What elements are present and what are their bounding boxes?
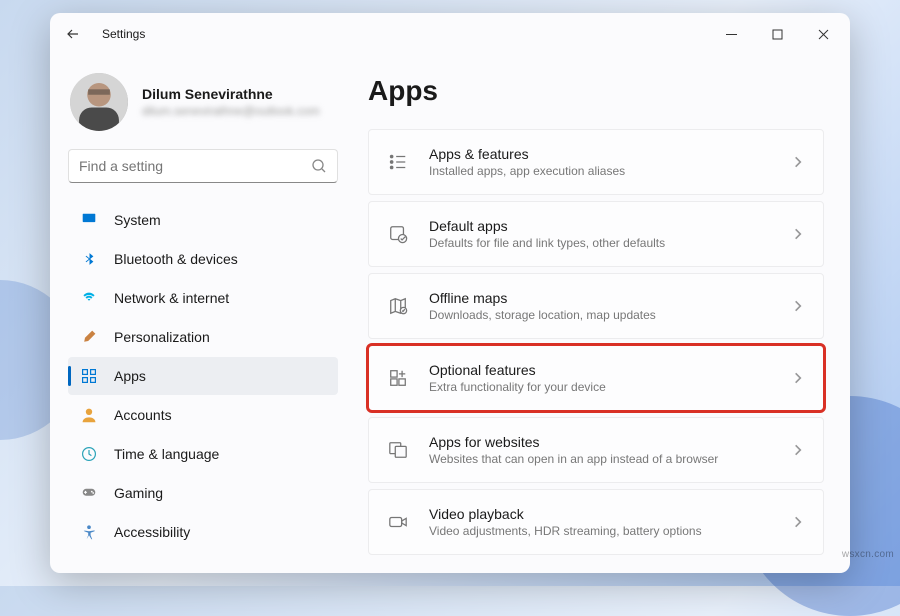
chevron-right-icon bbox=[791, 155, 805, 169]
card-title: Default apps bbox=[429, 218, 771, 234]
chevron-right-icon bbox=[791, 299, 805, 313]
card-description: Extra functionality for your device bbox=[429, 380, 771, 394]
sidebar-item-gaming[interactable]: Gaming bbox=[68, 474, 338, 512]
sidebar-item-label: Bluetooth & devices bbox=[114, 251, 238, 267]
profile-email: dilum.senevirathne@outlook.com bbox=[142, 104, 320, 118]
minimize-icon bbox=[726, 29, 737, 40]
card-description: Downloads, storage location, map updates bbox=[429, 308, 771, 322]
list-icon bbox=[387, 151, 409, 173]
sidebar-item-label: Accounts bbox=[114, 407, 172, 423]
video-icon bbox=[387, 511, 409, 533]
card-title: Apps for websites bbox=[429, 434, 771, 450]
back-button[interactable] bbox=[64, 25, 82, 43]
sidebar-item-label: System bbox=[114, 212, 161, 228]
card-title: Video playback bbox=[429, 506, 771, 522]
card-optional-features[interactable]: Optional features Extra functionality for… bbox=[368, 345, 824, 411]
optional-features-icon bbox=[387, 367, 409, 389]
sidebar-nav: System Bluetooth & devices Network & inter… bbox=[68, 201, 338, 551]
search-icon bbox=[311, 158, 327, 174]
card-apps-for-websites[interactable]: Apps for websites Websites that can open … bbox=[368, 417, 824, 483]
default-apps-icon bbox=[387, 223, 409, 245]
sidebar-item-label: Apps bbox=[114, 368, 146, 384]
card-title: Optional features bbox=[429, 362, 771, 378]
card-title: Offline maps bbox=[429, 290, 771, 306]
sidebar: Dilum Senevirathne dilum.senevirathne@ou… bbox=[50, 55, 350, 573]
sidebar-item-apps[interactable]: Apps bbox=[68, 357, 338, 395]
main-content: Apps Apps & features Installed apps, app … bbox=[350, 55, 850, 573]
card-default-apps[interactable]: Default apps Defaults for file and link t… bbox=[368, 201, 824, 267]
wifi-icon bbox=[80, 289, 98, 307]
sidebar-item-accessibility[interactable]: Accessibility bbox=[68, 513, 338, 551]
page-title: Apps bbox=[368, 75, 824, 107]
settings-window: Settings Dilum Senevirathne dilum.sen bbox=[50, 13, 850, 573]
card-description: Video adjustments, HDR streaming, batter… bbox=[429, 524, 771, 538]
card-description: Installed apps, app execution aliases bbox=[429, 164, 771, 178]
minimize-button[interactable] bbox=[708, 14, 754, 54]
sidebar-item-accounts[interactable]: Accounts bbox=[68, 396, 338, 434]
sidebar-item-label: Personalization bbox=[114, 329, 210, 345]
globe-clock-icon bbox=[80, 445, 98, 463]
titlebar: Settings bbox=[50, 13, 850, 55]
profile-name: Dilum Senevirathne bbox=[142, 86, 320, 102]
sidebar-item-label: Gaming bbox=[114, 485, 163, 501]
card-description: Websites that can open in an app instead… bbox=[429, 452, 771, 466]
sidebar-item-label: Network & internet bbox=[114, 290, 229, 306]
sidebar-item-label: Time & language bbox=[114, 446, 219, 462]
search-input[interactable] bbox=[79, 158, 311, 174]
window-title: Settings bbox=[102, 27, 145, 41]
maximize-button[interactable] bbox=[754, 14, 800, 54]
apps-icon bbox=[80, 367, 98, 385]
sidebar-item-personalization[interactable]: Personalization bbox=[68, 318, 338, 356]
sidebar-item-time-language[interactable]: Time & language bbox=[68, 435, 338, 473]
gaming-icon bbox=[80, 484, 98, 502]
card-description: Defaults for file and link types, other … bbox=[429, 236, 771, 250]
card-video-playback[interactable]: Video playback Video adjustments, HDR str… bbox=[368, 489, 824, 555]
sidebar-item-system[interactable]: System bbox=[68, 201, 338, 239]
avatar bbox=[70, 73, 128, 131]
map-icon bbox=[387, 295, 409, 317]
sidebar-item-bluetooth-devices[interactable]: Bluetooth & devices bbox=[68, 240, 338, 278]
accessibility-icon bbox=[80, 523, 98, 541]
watermark: wsxcn.com bbox=[842, 549, 894, 560]
chevron-right-icon bbox=[791, 443, 805, 457]
apps-websites-icon bbox=[387, 439, 409, 461]
maximize-icon bbox=[772, 29, 783, 40]
chevron-right-icon bbox=[791, 371, 805, 385]
bluetooth-icon bbox=[80, 250, 98, 268]
profile-section[interactable]: Dilum Senevirathne dilum.senevirathne@ou… bbox=[68, 63, 338, 149]
card-offline-maps[interactable]: Offline maps Downloads, storage location,… bbox=[368, 273, 824, 339]
back-arrow-icon bbox=[65, 26, 81, 42]
close-icon bbox=[818, 29, 829, 40]
chevron-right-icon bbox=[791, 227, 805, 241]
paintbrush-icon bbox=[80, 328, 98, 346]
search-box[interactable] bbox=[68, 149, 338, 183]
sidebar-item-label: Accessibility bbox=[114, 524, 190, 540]
sidebar-item-network-internet[interactable]: Network & internet bbox=[68, 279, 338, 317]
display-icon bbox=[80, 211, 98, 229]
chevron-right-icon bbox=[791, 515, 805, 529]
close-button[interactable] bbox=[800, 14, 846, 54]
card-title: Apps & features bbox=[429, 146, 771, 162]
person-icon bbox=[80, 406, 98, 424]
card-apps-features[interactable]: Apps & features Installed apps, app execu… bbox=[368, 129, 824, 195]
